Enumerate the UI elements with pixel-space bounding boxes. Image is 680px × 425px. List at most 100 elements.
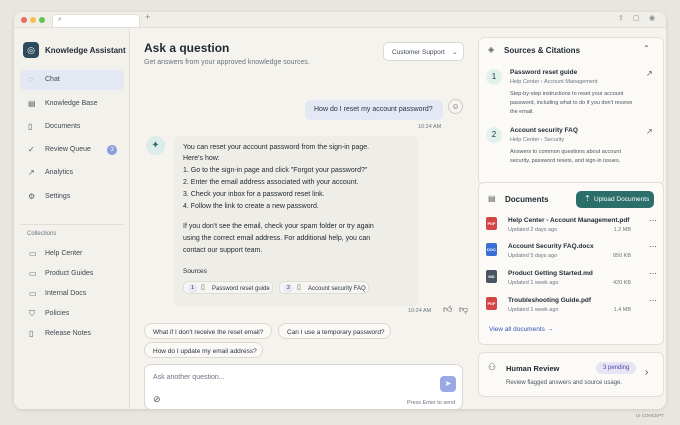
send-hint: Press Enter to send bbox=[407, 400, 456, 406]
sidebar-item-settings[interactable]: ⚙ Settings bbox=[20, 187, 124, 207]
thumbs-up-icon[interactable]: 👍︎ bbox=[443, 305, 452, 314]
message-timestamp: 10:24 AM bbox=[418, 124, 442, 130]
human-review-card[interactable]: ⚇ Human Review 3 pending Review flagged … bbox=[478, 352, 664, 397]
document-icon: ▯ bbox=[29, 329, 34, 338]
chart-icon: ↗ bbox=[28, 168, 35, 177]
suggestion-text: Can I use a temporary password? bbox=[287, 328, 385, 336]
chevron-up-icon[interactable]: ⌃ bbox=[643, 44, 650, 53]
document-row[interactable]: PDF Troubleshooting Guide.pdf Updated 1 … bbox=[486, 295, 661, 317]
pending-badge: 3 pending bbox=[596, 362, 637, 374]
suggestion-chip[interactable]: Can I use a temporary password? bbox=[278, 323, 391, 339]
new-tab-button[interactable]: + bbox=[145, 13, 150, 22]
sidebar-divider bbox=[20, 224, 124, 225]
upload-documents-label: Upload Documents bbox=[594, 196, 650, 203]
source-number: 1 bbox=[188, 284, 197, 293]
question-input[interactable]: Ask another question... ⊘ ➤ Press Enter … bbox=[144, 364, 463, 409]
document-row[interactable]: PDF Help Center - Account Management.pdf… bbox=[486, 215, 661, 237]
document-updated: Updated 1 week ago bbox=[508, 280, 559, 286]
more-options-icon[interactable]: ⋯ bbox=[649, 296, 657, 305]
sidebar-item-review-queue[interactable]: ✓ Review Queue 3 bbox=[20, 140, 124, 160]
document-row[interactable]: DOC Account Security FAQ.docx Updated 5 … bbox=[486, 241, 661, 263]
paperclip-icon[interactable]: ⊘ bbox=[153, 394, 161, 405]
sidebar-item-analytics[interactable]: ↗ Analytics bbox=[20, 163, 124, 183]
pdf-file-icon: PDF bbox=[486, 297, 497, 310]
answer-step: 4. Follow the link to create a new passw… bbox=[183, 203, 319, 210]
minimize-window-button[interactable] bbox=[30, 17, 36, 23]
pdf-file-icon: PDF bbox=[486, 217, 497, 230]
view-all-documents-link[interactable]: View all documents → bbox=[489, 326, 553, 333]
source-number: 2 bbox=[284, 284, 293, 293]
tabs-icon[interactable]: ▢ bbox=[633, 15, 640, 23]
collection-help-center[interactable]: ▭ Help Center bbox=[20, 245, 124, 263]
answer-intro: You can reset your account password from… bbox=[183, 144, 370, 151]
question-input-placeholder: Ask another question... bbox=[153, 374, 225, 381]
collection-label: Product Guides bbox=[45, 270, 94, 277]
collection-internal-docs[interactable]: ▭ Internal Docs bbox=[20, 285, 124, 303]
answer-step: 1. Go to the sign-in page and click "For… bbox=[183, 167, 368, 174]
collection-product-guides[interactable]: ▭ Product Guides bbox=[20, 265, 124, 283]
source-title: Account security FAQ bbox=[308, 285, 366, 292]
more-options-icon[interactable]: ⋯ bbox=[649, 216, 657, 225]
document-size: 1.2 MB bbox=[613, 227, 631, 233]
citation-title: Password reset guide bbox=[510, 69, 578, 76]
suggestion-chip[interactable]: What if I don't receive the reset email? bbox=[144, 323, 272, 339]
upload-documents-button[interactable]: ⇡ Upload Documents bbox=[576, 191, 654, 208]
user-message-text: How do I reset my account password? bbox=[314, 106, 433, 113]
title-bar: ⌕ + ⇪ ▢ ◉ bbox=[14, 12, 666, 28]
external-link-icon[interactable]: ↗ bbox=[646, 127, 653, 136]
citation-number: 1 bbox=[486, 69, 502, 85]
collection-label: Help Center bbox=[45, 250, 83, 257]
collection-release-notes[interactable]: ▯ Release Notes bbox=[20, 325, 124, 343]
account-icon[interactable]: ◉ bbox=[649, 15, 655, 23]
document-updated: Updated 1 week ago bbox=[508, 307, 559, 313]
citations-title: Sources & Citations bbox=[504, 46, 581, 55]
page-subtitle: Get answers from your approved knowledge… bbox=[144, 59, 310, 66]
answer-followup: using the correct email address. For add… bbox=[183, 235, 371, 242]
document-row[interactable]: MD Product Getting Started.md Updated 1 … bbox=[486, 268, 661, 290]
sidebar-item-label: Settings bbox=[45, 193, 71, 200]
document-size: 1.4 MB bbox=[613, 307, 631, 313]
more-options-icon[interactable]: ⋯ bbox=[649, 269, 657, 278]
document-icon: ▯ bbox=[201, 284, 205, 291]
sidebar-item-knowledge-base[interactable]: ▤ Knowledge Base bbox=[20, 94, 124, 114]
app-window: ⌕ + ⇪ ▢ ◉ ◎ Knowledge Assistant ◌ Chat ▤… bbox=[14, 12, 666, 409]
scope-select[interactable]: Customer Support ⌄ bbox=[383, 42, 464, 61]
collection-policies[interactable]: ⛉ Policies bbox=[20, 305, 124, 323]
user-avatar-icon: ☺ bbox=[448, 99, 463, 114]
book-icon: ▤ bbox=[28, 99, 36, 108]
document-updated: Updated 5 days ago bbox=[508, 253, 558, 259]
close-window-button[interactable] bbox=[21, 17, 27, 23]
human-review-description: Review flagged answers and source usage. bbox=[506, 380, 623, 386]
document-name: Account Security FAQ.docx bbox=[508, 243, 594, 250]
document-icon: ▯ bbox=[28, 122, 33, 131]
chevron-right-icon: › bbox=[645, 367, 649, 378]
thumbs-down-icon[interactable]: 👎︎ bbox=[459, 305, 468, 314]
sidebar-item-label: Chat bbox=[45, 76, 60, 83]
collection-label: Internal Docs bbox=[45, 290, 87, 297]
layers-icon: ◈ bbox=[488, 45, 495, 54]
sidebar-item-chat[interactable]: ◌ Chat bbox=[20, 70, 124, 90]
answer-step: 2. Enter the email address associated wi… bbox=[183, 179, 359, 186]
folder-icon: ▭ bbox=[29, 249, 37, 258]
sidebar-item-label: Documents bbox=[45, 123, 81, 130]
app-logo-icon: ◎ bbox=[23, 42, 39, 58]
share-icon[interactable]: ⇪ bbox=[618, 15, 624, 23]
browser-tab[interactable]: ⌕ bbox=[52, 14, 140, 27]
citation-path: Help Center › Account Management bbox=[510, 79, 598, 85]
source-title: Password reset guide bbox=[212, 285, 270, 292]
assistant-sparkle-icon: ✦ bbox=[146, 136, 165, 155]
zoom-window-button[interactable] bbox=[39, 17, 45, 23]
chat-area: Ask a question Get answers from your app… bbox=[131, 28, 471, 409]
more-options-icon[interactable]: ⋯ bbox=[649, 242, 657, 251]
source-chip[interactable]: 1 ▯ Password reset guide bbox=[183, 281, 273, 294]
suggestion-chip[interactable]: How do I update my email address? bbox=[144, 342, 263, 358]
send-button[interactable]: ➤ bbox=[440, 376, 456, 392]
documents-icon: ▤ bbox=[488, 194, 496, 203]
external-link-icon[interactable]: ↗ bbox=[646, 69, 653, 78]
sidebar-item-label: Analytics bbox=[45, 169, 74, 176]
source-chip[interactable]: 2 ▯ Account security FAQ bbox=[279, 281, 369, 294]
sidebar-item-documents[interactable]: ▯ Documents bbox=[20, 117, 124, 137]
user-message: How do I reset my account password? bbox=[305, 100, 443, 120]
collection-label: Release Notes bbox=[45, 330, 91, 337]
citation-number: 2 bbox=[486, 127, 502, 143]
